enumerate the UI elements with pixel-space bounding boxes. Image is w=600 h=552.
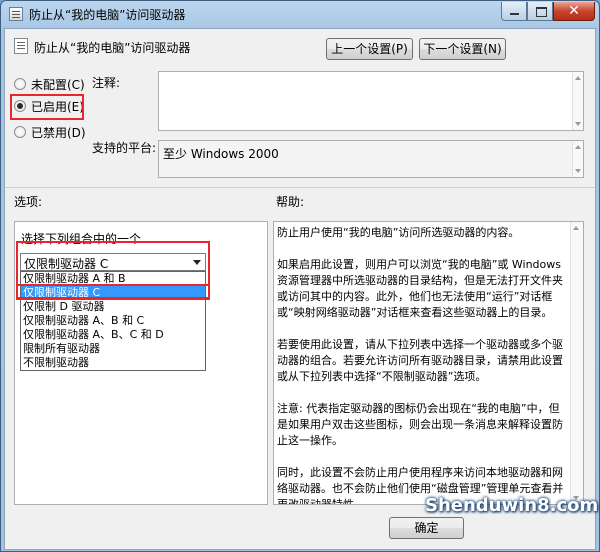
radio-not-configured[interactable]: 未配置(C) <box>14 75 85 93</box>
radio-disabled[interactable]: 已禁用(D) <box>14 123 86 141</box>
scroll-down-arrow-icon[interactable] <box>575 122 581 126</box>
dropdown-item[interactable]: 仅限制 D 驱动器 <box>21 300 205 314</box>
help-paragraph: 若要使用此设置，请从下拉列表中选择一个驱动器或多个驱动器的组合。若要允许访问所有… <box>277 338 563 383</box>
enabled-highlight-frame <box>10 94 84 120</box>
comment-textarea[interactable] <box>158 71 584 131</box>
supported-platform-field: 至少 Windows 2000 <box>158 140 584 178</box>
help-paragraph: 如果启用此设置，则用户可以浏览“我的电脑”或 Windows 资源管理器中所选驱… <box>277 258 563 319</box>
scroll-up-arrow-icon[interactable] <box>573 226 579 230</box>
dropdown-item[interactable]: 仅限制驱动器 A、B 和 C <box>21 314 205 328</box>
scroll-up-arrow-icon[interactable] <box>575 76 581 80</box>
close-button[interactable]: ✕ <box>553 2 595 21</box>
policy-document-icon <box>9 7 23 21</box>
previous-setting-button[interactable]: 上一个设置(P) <box>326 38 413 60</box>
options-panel: 选择下列组合中的一个 仅限制驱动器 C 仅限制驱动器 A 和 B 仅限制驱动器 … <box>14 221 268 505</box>
radio-label: 已禁用(D) <box>31 125 86 140</box>
help-scrollbar[interactable] <box>570 222 583 504</box>
maximize-button[interactable] <box>527 2 553 21</box>
supported-platform-label: 支持的平台: <box>92 141 157 155</box>
title-bar[interactable]: 防止从“我的电脑”访问驱动器 ✕ <box>1 1 599 28</box>
dropdown-item[interactable]: 不限制驱动器 <box>21 356 205 370</box>
radio-indicator[interactable] <box>14 126 26 138</box>
minimize-button[interactable] <box>501 2 527 21</box>
options-section-label: 选项: <box>14 195 43 209</box>
section-divider <box>5 187 595 188</box>
help-text: 防止用户使用“我的电脑”访问所选驱动器的内容。 如果启用此设置，则用户可以浏览“… <box>277 225 570 504</box>
comment-scrollbar[interactable] <box>572 72 583 130</box>
policy-setting-icon <box>14 38 28 54</box>
comment-label: 注释: <box>92 76 121 90</box>
scroll-down-arrow-icon[interactable] <box>575 169 581 173</box>
dialog-window: 防止从“我的电脑”访问驱动器 ✕ 防止从“我的电脑”访问驱动器 上一个设置(P)… <box>0 0 600 552</box>
help-section-label: 帮助: <box>276 195 305 209</box>
ok-button[interactable]: 确定 <box>389 517 464 539</box>
dialog-body: 防止从“我的电脑”访问驱动器 上一个设置(P) 下一个设置(N) 未配置(C) … <box>4 28 596 550</box>
next-setting-button[interactable]: 下一个设置(N) <box>419 38 506 60</box>
platform-scrollbar[interactable] <box>572 141 583 177</box>
dropdown-item[interactable]: 限制所有驱动器 <box>21 342 205 356</box>
dropdown-item[interactable]: 仅限制驱动器 A、B、C 和 D <box>21 328 205 342</box>
radio-indicator[interactable] <box>14 78 26 90</box>
item-highlight-frame <box>16 284 210 300</box>
window-title: 防止从“我的电脑”访问驱动器 <box>29 8 186 22</box>
scroll-up-arrow-icon[interactable] <box>575 145 581 149</box>
help-paragraph: 防止用户使用“我的电脑”访问所选驱动器的内容。 <box>277 226 520 239</box>
site-watermark: Shenduwin8.com <box>425 495 599 516</box>
radio-label: 未配置(C) <box>31 77 85 92</box>
policy-title: 防止从“我的电脑”访问驱动器 <box>34 41 191 55</box>
supported-platform-value: 至少 Windows 2000 <box>163 147 279 161</box>
help-paragraph: 注意: 代表指定驱动器的图标仍会出现在“我的电脑”中，但是如果用户双击这些图标，… <box>277 402 563 447</box>
help-panel: 防止用户使用“我的电脑”访问所选驱动器的内容。 如果启用此设置，则用户可以浏览“… <box>273 221 584 505</box>
